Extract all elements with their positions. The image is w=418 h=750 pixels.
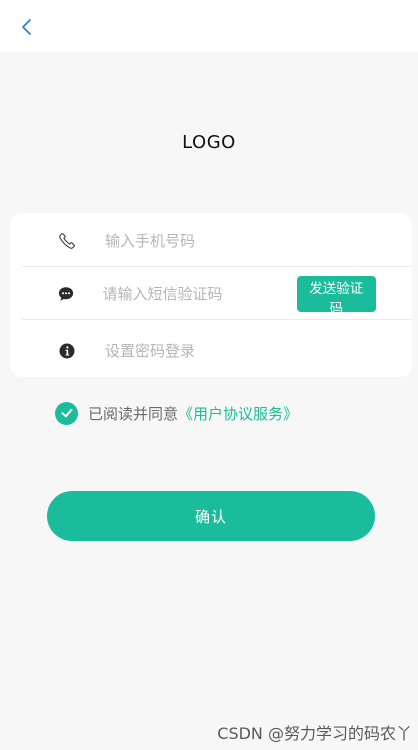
confirm-button[interactable]: 确认 [47,491,375,541]
info-icon [56,340,78,362]
send-code-button[interactable]: 发送验证码 [296,276,376,317]
password-input[interactable] [105,336,412,366]
chevron-left-icon [22,19,31,35]
agreement: 已阅读并同意 《用户协议服务》 [55,400,298,426]
agree-checkbox[interactable] [55,401,78,425]
login-form-card: 发送验证码 [10,213,412,377]
sms-code-input[interactable] [102,279,297,309]
agreement-text: 已阅读并同意 [88,404,179,423]
phone-input[interactable] [105,226,412,256]
phone-icon [56,230,78,252]
phone-row [22,216,412,267]
top-bar [0,0,418,52]
check-icon [61,408,72,418]
back-button[interactable] [14,14,40,40]
user-agreement-link[interactable]: 《用户协议服务》 [178,403,298,424]
password-row [22,326,412,376]
sms-code-row: 发送验证码 [22,269,412,320]
watermark: CSDN @努力学习的码农丫 [217,724,412,743]
chat-bubble-icon [56,283,76,305]
logo: LOGO [182,132,236,153]
